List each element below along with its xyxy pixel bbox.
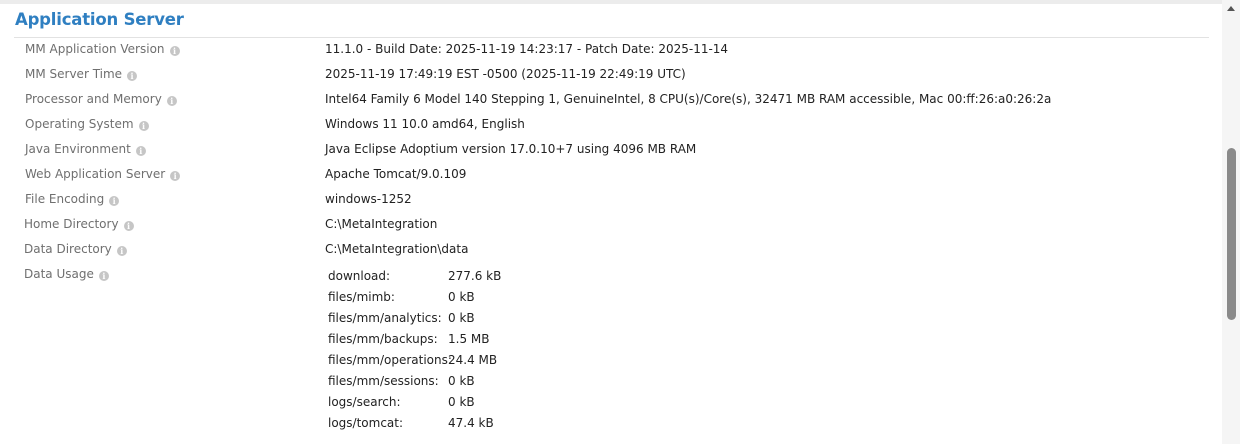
usage-size: 0 kB — [448, 395, 475, 409]
usage-path: files/mm/operations: — [328, 353, 452, 367]
usage-path: files/mimb: — [328, 290, 395, 304]
property-label: MM Server Time i — [25, 67, 138, 81]
property-label: Web Application Server i — [25, 167, 181, 181]
usage-size: 24.4 MB — [448, 353, 498, 367]
info-icon[interactable]: i — [109, 196, 120, 206]
property-row-file-encoding: File Encoding i windows-1252 — [0, 192, 1200, 212]
property-row-java-environment: Java Environment i Java Eclipse Adoptium … — [0, 142, 1200, 162]
property-value: Windows 11 10.0 amd64, English — [325, 117, 525, 131]
usage-size: 0 kB — [448, 290, 475, 304]
scrollbar-thumb[interactable] — [1227, 148, 1236, 320]
property-value: Java Eclipse Adoptium version 17.0.10+7 … — [325, 142, 697, 156]
usage-path: logs/tomcat: — [328, 416, 404, 430]
property-label: Data Usage i — [24, 267, 109, 281]
property-label: Data Directory i — [24, 242, 127, 256]
property-row-data-usage: Data Usage i — [0, 267, 1200, 287]
property-value: C:\MetaIntegration — [325, 217, 438, 231]
info-icon[interactable]: i — [135, 146, 146, 156]
property-row-data-directory: Data Directory i C:\MetaIntegration\data — [0, 242, 1200, 262]
property-row-app-version: MM Application Version i 11.1.0 - Build D… — [0, 42, 1200, 62]
property-row-server-time: MM Server Time i 2025-11-19 17:49:19 EST … — [0, 67, 1200, 87]
scroll-up-arrow-icon[interactable] — [1227, 6, 1235, 11]
property-value: windows-1252 — [325, 192, 412, 206]
section-header: Application Server — [14, 9, 1209, 38]
info-icon[interactable]: i — [127, 71, 138, 81]
property-row-processor-memory: Processor and Memory i Intel64 Family 6 M… — [0, 92, 1200, 112]
usage-size: 0 kB — [448, 311, 475, 325]
usage-size: 0 kB — [448, 374, 475, 388]
info-icon[interactable]: i — [166, 96, 177, 106]
property-value: 2025-11-19 17:49:19 EST -0500 (2025-11-1… — [325, 67, 686, 81]
property-label: Operating System i — [25, 117, 149, 131]
property-value: C:\MetaIntegration\data — [325, 242, 469, 256]
usage-size: 1.5 MB — [448, 332, 490, 346]
property-label: Java Environment i — [25, 142, 146, 156]
usage-path: files/mm/backups: — [328, 332, 438, 346]
property-row-web-app-server: Web Application Server i Apache Tomcat/9.… — [0, 167, 1200, 187]
property-label: File Encoding i — [25, 192, 120, 206]
property-value: Apache Tomcat/9.0.109 — [325, 167, 467, 181]
property-value: Intel64 Family 6 Model 140 Stepping 1, G… — [325, 92, 1052, 106]
info-icon[interactable]: i — [116, 246, 127, 256]
property-row-operating-system: Operating System i Windows 11 10.0 amd64,… — [0, 117, 1200, 137]
usage-size: 47.4 kB — [448, 416, 494, 430]
property-row-home-directory: Home Directory i C:\MetaIntegration — [0, 217, 1200, 237]
application-server-panel: Application Server MM Application Versio… — [0, 4, 1222, 444]
usage-path: files/mm/analytics: — [328, 311, 442, 325]
property-label: Home Directory i — [24, 217, 134, 231]
section-title: Application Server — [15, 10, 184, 29]
usage-path: logs/search: — [328, 395, 401, 409]
property-label: MM Application Version i — [25, 42, 180, 56]
info-icon[interactable]: i — [123, 221, 134, 231]
info-icon[interactable]: i — [98, 271, 109, 281]
usage-path: download: — [328, 269, 391, 283]
property-value: 11.1.0 - Build Date: 2025-11-19 14:23:17… — [325, 42, 729, 56]
info-icon[interactable]: i — [170, 171, 181, 181]
usage-size: 277.6 kB — [448, 269, 502, 283]
vertical-scrollbar[interactable] — [1222, 0, 1240, 444]
property-label: Processor and Memory i — [25, 92, 177, 106]
usage-path: files/mm/sessions: — [328, 374, 439, 388]
info-icon[interactable]: i — [138, 121, 149, 131]
info-icon[interactable]: i — [169, 46, 180, 56]
